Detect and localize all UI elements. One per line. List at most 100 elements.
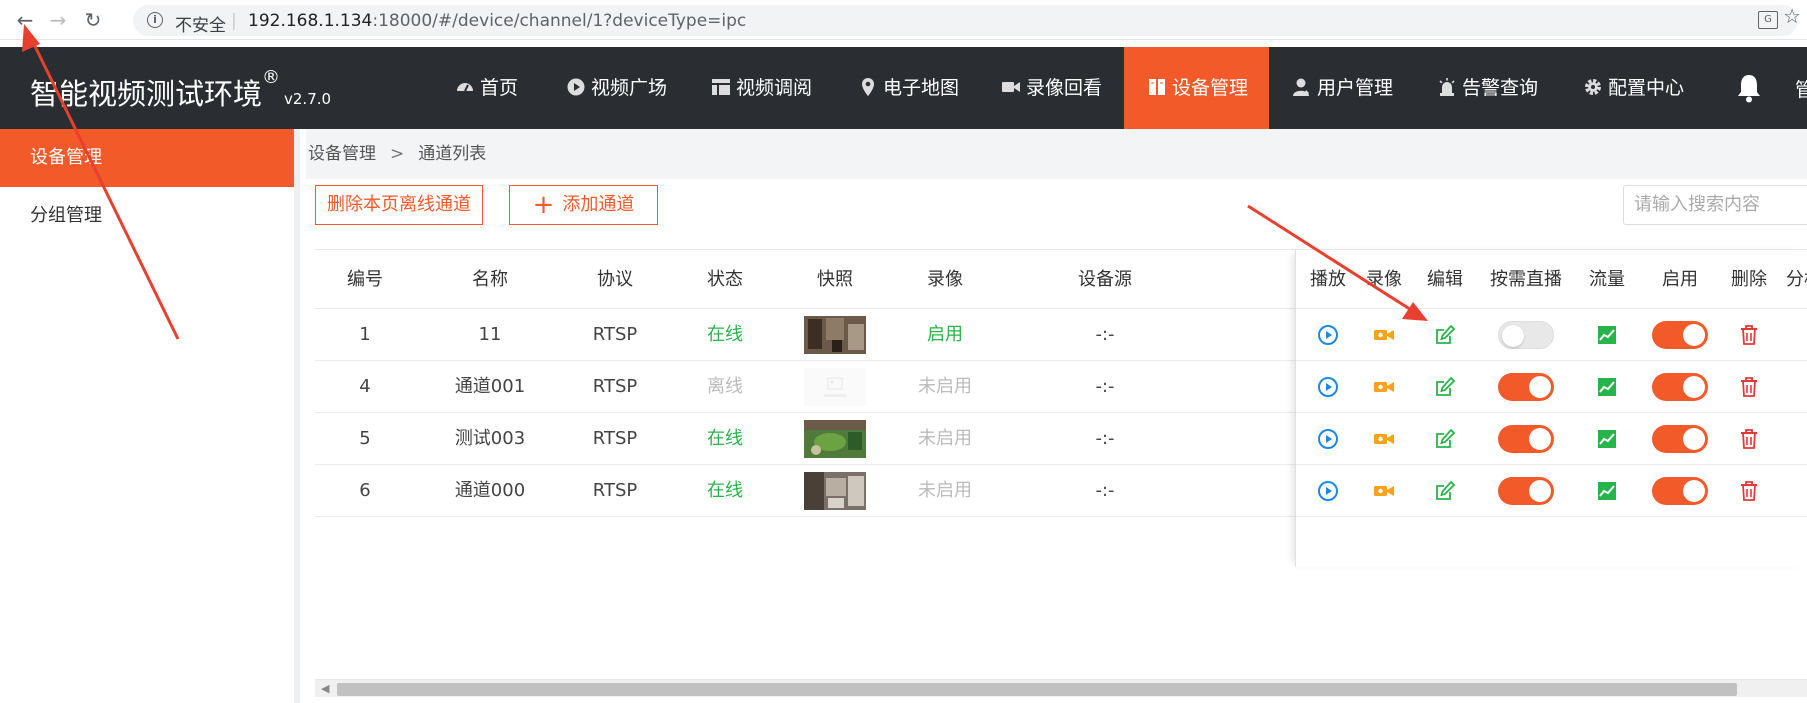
browser-toolbar: ← → ↻ i 不安全 | 192.168.1.134:18000/#/devi… [0, 0, 1807, 40]
bell-icon[interactable] [1736, 73, 1762, 103]
cell-device-source: -:- [1095, 480, 1115, 501]
nav-map[interactable]: 电子地图 [859, 47, 959, 129]
col-record: 录像 [927, 269, 963, 290]
snapshot-thumbnail[interactable] [804, 316, 866, 354]
sidebar: 设备管理 分组管理 [0, 129, 300, 703]
nav-alarm-query-label: 告警查询 [1462, 77, 1539, 99]
cell-name: 测试003 [454, 428, 526, 449]
cell-device-source: -:- [1095, 376, 1115, 397]
cell-status: 在线 [707, 324, 743, 345]
brand-title: 智能视频测试环境 [30, 77, 263, 111]
translate-icon[interactable]: G [1758, 11, 1778, 29]
video-camera-icon [1002, 82, 1020, 92]
nav-alarm-query[interactable]: 告警查询 [1438, 47, 1538, 129]
scroll-left-arrow-icon[interactable]: ◀ [321, 682, 329, 695]
snapshot-thumbnail[interactable] [804, 420, 866, 458]
brand-registered: ® [262, 67, 281, 88]
url-text: 192.168.1.134:18000/#/device/channel/1?d… [248, 11, 746, 31]
info-icon[interactable]: i [147, 12, 163, 28]
address-bar[interactable]: i 不安全 | 192.168.1.134:18000/#/device/cha… [133, 5, 1798, 36]
cell-status: 离线 [707, 376, 743, 397]
book-icon [1149, 79, 1165, 95]
nav-user-management[interactable]: 用户管理 [1293, 47, 1393, 129]
plus-icon: + [532, 190, 555, 220]
cell-name: 11 [478, 324, 502, 345]
breadcrumb-root[interactable]: 设备管理 [308, 144, 376, 164]
col-id: 编号 [347, 269, 383, 290]
play-circle-icon [567, 78, 585, 96]
col-name: 名称 [472, 269, 508, 290]
cell-record: 未启用 [918, 428, 972, 449]
breadcrumb: 设备管理 > 通道列表 [306, 129, 1807, 179]
nav-device-management[interactable]: 设备管理 [1124, 47, 1269, 129]
cell-status: 在线 [707, 428, 743, 449]
grid-icon [712, 79, 730, 95]
fixed-column-shadow [1295, 249, 1807, 567]
cell-protocol: RTSP [592, 376, 638, 397]
cell-record: 未启用 [918, 376, 972, 397]
address-divider: | [231, 11, 237, 31]
breadcrumb-current: 通道列表 [418, 144, 487, 164]
nav-user-management-label: 用户管理 [1317, 77, 1394, 99]
nav-home[interactable]: 首页 [456, 47, 518, 129]
horizontal-scrollbar[interactable]: ◀ [315, 679, 1807, 697]
url-host: 192.168.1.134 [248, 11, 373, 31]
cell-record: 启用 [927, 324, 963, 345]
map-pin-icon [862, 78, 874, 96]
cell-protocol: RTSP [592, 324, 638, 345]
app-version: v2.7.0 [284, 90, 332, 108]
reload-icon[interactable]: ↻ [80, 7, 106, 33]
scrollbar-thumb[interactable] [337, 683, 1737, 696]
sidebar-item-group-management[interactable]: 分组管理 [0, 187, 294, 245]
cell-name: 通道000 [454, 480, 526, 501]
col-status: 状态 [707, 269, 743, 290]
channel-table: 编号 名称 协议 状态 快照 录像 设备源 播放 录像 编辑 按需直播 流量 启… [315, 249, 1807, 701]
cell-status: 在线 [707, 480, 743, 501]
cell-id: 1 [359, 324, 371, 345]
insecure-label: 不安全 [175, 16, 226, 36]
forward-icon[interactable]: → [45, 7, 71, 33]
nav-video-square-label: 视频广场 [591, 77, 668, 99]
nav-map-label: 电子地图 [883, 77, 960, 99]
cell-id: 6 [359, 480, 371, 501]
nav-home-label: 首页 [480, 77, 519, 99]
add-channel-button[interactable]: + 添加通道 [509, 185, 658, 225]
main-content: 设备管理 > 通道列表 删除本页离线通道 + 添加通道 请输入搜索内容 编号 名称 协… [306, 129, 1807, 703]
nav-config-center-label: 配置中心 [1608, 77, 1685, 99]
cell-device-source: -:- [1095, 324, 1115, 345]
dashboard-icon [457, 83, 473, 92]
col-snapshot: 快照 [817, 269, 853, 290]
cell-protocol: RTSP [592, 428, 638, 449]
back-icon[interactable]: ← [12, 7, 38, 33]
alarm-light-icon [1439, 78, 1455, 96]
search-input[interactable]: 请输入搜索内容 [1623, 185, 1807, 225]
snapshot-thumbnail[interactable] [804, 368, 866, 406]
gear-icon [1585, 79, 1601, 95]
user-icon [1293, 78, 1309, 96]
col-protocol: 协议 [597, 269, 633, 290]
cell-protocol: RTSP [592, 480, 638, 501]
app-brand: 智能视频测试环境®v2.7.0 [30, 67, 332, 113]
nav-video-view-label: 视频调阅 [736, 77, 813, 99]
url-path: :18000/#/device/channel/1?deviceType=ipc [372, 11, 747, 31]
nav-device-management-label: 设备管理 [1172, 77, 1249, 99]
nav-config-center[interactable]: 配置中心 [1584, 47, 1684, 129]
top-navigation: 智能视频测试环境®v2.7.0 首页 视频广场 视频调阅 电子地图 录像回看 设… [0, 47, 1807, 129]
nav-overflow-label[interactable]: 管 [1795, 75, 1807, 102]
delete-offline-channels-button[interactable]: 删除本页离线通道 [315, 185, 483, 225]
bookmark-star-icon[interactable]: ☆ [1783, 4, 1801, 28]
nav-video-view[interactable]: 视频调阅 [712, 47, 812, 129]
sidebar-item-device-management[interactable]: 设备管理 [0, 129, 294, 187]
breadcrumb-separator: > [390, 144, 405, 164]
nav-playback[interactable]: 录像回看 [1002, 47, 1102, 129]
snapshot-thumbnail[interactable] [804, 472, 866, 510]
cell-name: 通道001 [454, 376, 526, 397]
col-device-source: 设备源 [1078, 269, 1132, 290]
cell-device-source: -:- [1095, 428, 1115, 449]
add-channel-label: 添加通道 [562, 194, 635, 215]
cell-record: 未启用 [918, 480, 972, 501]
nav-playback-label: 录像回看 [1026, 77, 1103, 99]
nav-video-square[interactable]: 视频广场 [567, 47, 667, 129]
cell-id: 5 [359, 428, 371, 449]
cell-id: 4 [359, 376, 371, 397]
